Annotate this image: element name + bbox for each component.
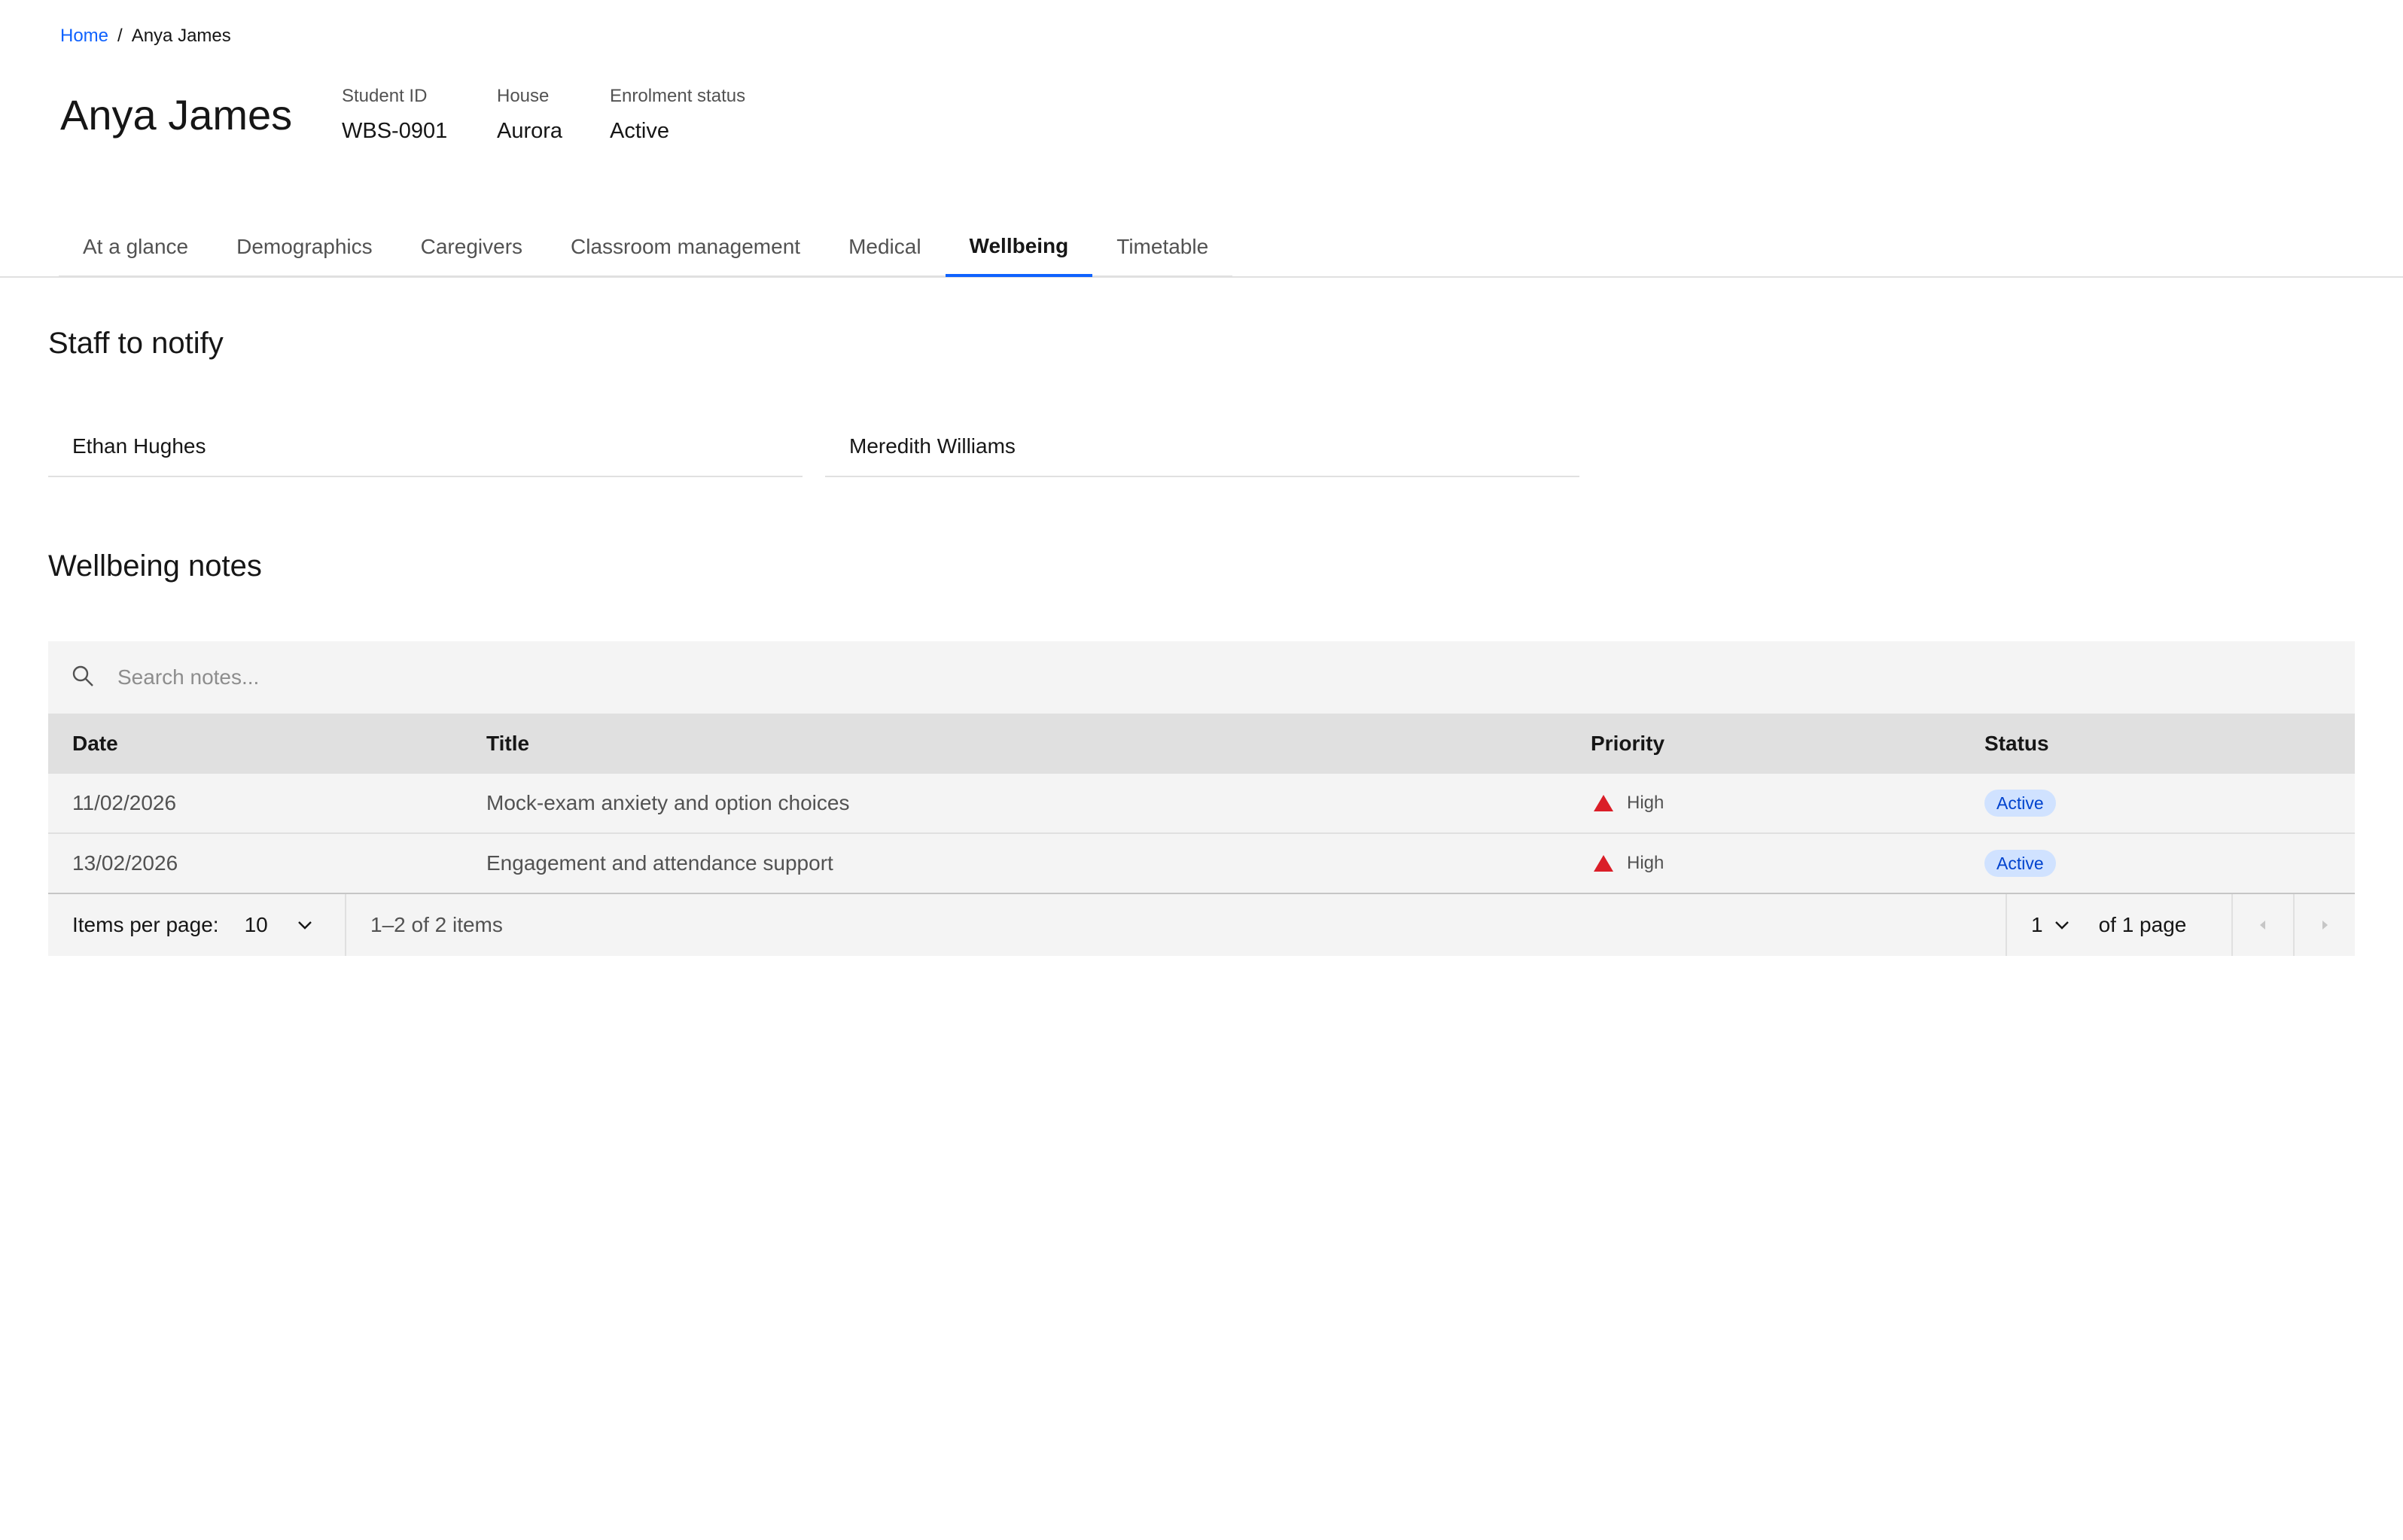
search-icon bbox=[71, 664, 95, 692]
items-per-page-label: Items per page: bbox=[72, 913, 219, 936]
staff-tile[interactable]: Meredith Williams bbox=[825, 417, 1579, 477]
staff-tile[interactable]: Ethan Hughes bbox=[48, 417, 803, 477]
priority-label: High bbox=[1627, 853, 1664, 873]
meta-student-id: Student ID WBS-0901 bbox=[342, 86, 447, 144]
table-row[interactable]: 13/02/2026 Engagement and attendance sup… bbox=[48, 834, 2355, 894]
header-date[interactable]: Date bbox=[48, 732, 486, 756]
page-value: 1 bbox=[2031, 913, 2043, 936]
table-body: 11/02/2026 Mock-exam anxiety and option … bbox=[48, 774, 2355, 894]
page-count: of 1 page bbox=[2098, 913, 2187, 936]
search-input[interactable] bbox=[117, 665, 2225, 689]
breadcrumb: Home / Anya James bbox=[60, 26, 231, 47]
tab-timetable[interactable]: Timetable bbox=[1092, 218, 1233, 277]
page-selector: 1 of 1 page bbox=[2006, 894, 2231, 956]
next-page-button[interactable] bbox=[2293, 894, 2355, 956]
table-header: Date Title Priority Status bbox=[48, 714, 2355, 774]
previous-page-button[interactable] bbox=[2231, 894, 2293, 956]
table-row[interactable]: 11/02/2026 Mock-exam anxiety and option … bbox=[48, 774, 2355, 834]
cell-date: 11/02/2026 bbox=[72, 791, 177, 814]
notes-table: Date Title Priority Status 11/02/2026 Mo… bbox=[48, 641, 2355, 956]
caret-right-icon bbox=[2322, 921, 2328, 930]
items-per-page-value: 10 bbox=[244, 913, 268, 936]
page-title: Anya James bbox=[60, 91, 293, 138]
priority-label: High bbox=[1627, 793, 1664, 813]
breadcrumb-home-link[interactable]: Home bbox=[60, 26, 108, 47]
meta-enrolment-status: Enrolment status Active bbox=[610, 86, 745, 144]
status-badge: Active bbox=[1984, 790, 2056, 817]
breadcrumb-current: Anya James bbox=[131, 26, 231, 46]
warning-triangle-icon bbox=[1594, 795, 1613, 811]
notes-search-bar bbox=[48, 641, 2355, 714]
items-per-page: Items per page: 10 bbox=[48, 894, 346, 956]
tab-medical[interactable]: Medical bbox=[824, 218, 946, 277]
tab-demographics[interactable]: Demographics bbox=[212, 218, 397, 277]
tab-wellbeing[interactable]: Wellbeing bbox=[945, 218, 1093, 277]
tab-at-a-glance[interactable]: At a glance bbox=[59, 218, 213, 277]
cell-date: 13/02/2026 bbox=[72, 851, 178, 875]
pagination-range: 1–2 of 2 items bbox=[370, 913, 503, 936]
cell-title: Engagement and attendance support bbox=[486, 851, 833, 875]
chevron-down-icon bbox=[2054, 921, 2069, 930]
warning-triangle-icon bbox=[1594, 855, 1613, 872]
tab-caregivers[interactable]: Caregivers bbox=[396, 218, 547, 277]
profile-tabs: At a glance Demographics Caregivers Clas… bbox=[59, 218, 1233, 277]
status-badge: Active bbox=[1984, 850, 2056, 877]
cell-status: Active bbox=[1984, 790, 2355, 817]
header-status[interactable]: Status bbox=[1984, 732, 2355, 756]
pagination: Items per page: 10 1–2 of 2 items 1 of 1… bbox=[48, 894, 2355, 956]
cell-status: Active bbox=[1984, 850, 2355, 877]
items-per-page-select[interactable]: 10 bbox=[245, 913, 315, 937]
chevron-down-icon bbox=[297, 921, 312, 930]
breadcrumb-separator: / bbox=[117, 26, 123, 46]
meta-label: Student ID bbox=[342, 86, 428, 106]
cell-priority: High bbox=[1591, 853, 1984, 874]
caret-left-icon bbox=[2260, 921, 2265, 930]
student-profile-page: Home / Anya James Anya James Student ID … bbox=[0, 0, 2403, 1540]
staff-section-title: Staff to notify bbox=[48, 327, 224, 360]
page-select[interactable]: 1 bbox=[2031, 913, 2072, 937]
cell-priority: High bbox=[1591, 793, 1984, 814]
header-title[interactable]: Title bbox=[486, 732, 1591, 756]
notes-section-title: Wellbeing notes bbox=[48, 549, 262, 583]
cell-title: Mock-exam anxiety and option choices bbox=[486, 791, 850, 814]
meta-label: Enrolment status bbox=[610, 86, 746, 106]
meta-value: Aurora bbox=[497, 119, 563, 143]
meta-value: Active bbox=[610, 119, 669, 143]
meta-value: WBS-0901 bbox=[342, 119, 448, 143]
header-priority[interactable]: Priority bbox=[1591, 732, 1984, 756]
meta-house: House Aurora bbox=[497, 86, 562, 144]
meta-label: House bbox=[497, 86, 550, 106]
tab-classroom-management[interactable]: Classroom management bbox=[547, 218, 825, 277]
